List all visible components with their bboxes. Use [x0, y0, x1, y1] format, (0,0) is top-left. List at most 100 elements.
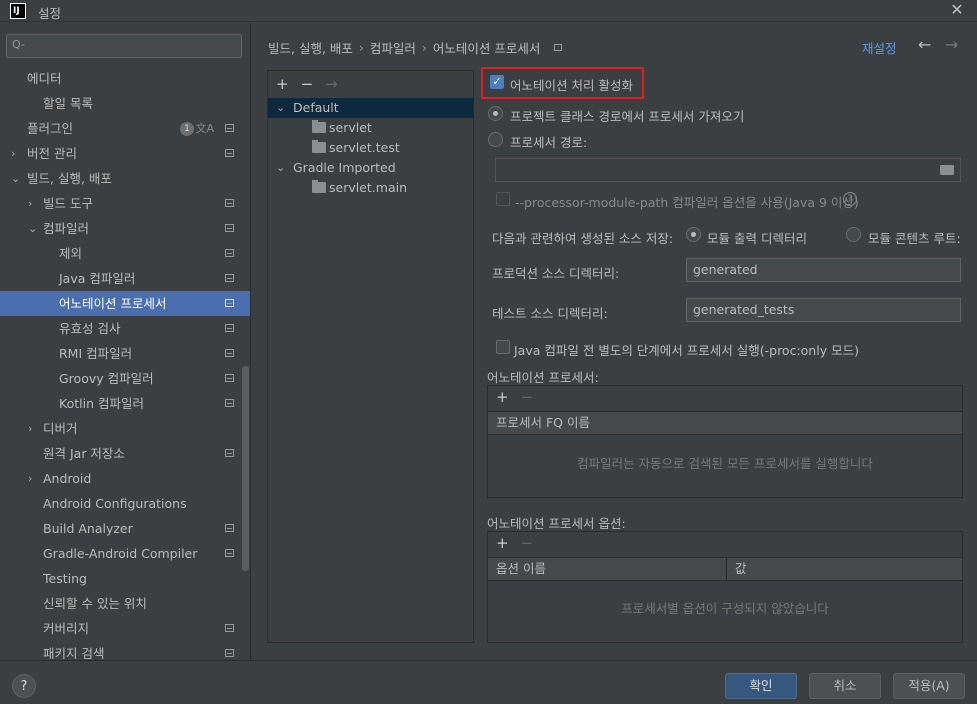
column-header: 옵션 이름	[496, 561, 546, 576]
project-settings-icon	[225, 649, 234, 657]
chevron-right-icon: ›	[28, 197, 33, 210]
module-content-root-label: 모듈 콘텐츠 루트:	[868, 231, 961, 246]
search-input[interactable]: Q-	[6, 34, 242, 58]
move-arrow-icon[interactable]: →	[325, 75, 338, 93]
remove-icon[interactable]: −	[521, 388, 534, 406]
sidebar-item-annotation-processors[interactable]: 어노테이션 프로세서	[0, 291, 250, 316]
profile-module[interactable]: servlet.main	[268, 178, 473, 198]
sidebar-item-excludes[interactable]: 제외	[0, 241, 250, 266]
sidebar-item-validation[interactable]: 유효성 검사	[0, 316, 250, 341]
project-settings-icon	[225, 124, 234, 132]
add-icon[interactable]: +	[496, 534, 509, 552]
sidebar-item-coverage[interactable]: 커버리지	[0, 616, 250, 641]
dialog-footer: ? 확인 취소 적용(A)	[0, 660, 977, 704]
sidebar-item-editor[interactable]: 에디터	[0, 66, 250, 91]
proc-only-checkbox[interactable]	[496, 340, 510, 354]
help-icon[interactable]: ?	[843, 192, 857, 206]
profile-module[interactable]: servlet	[268, 118, 473, 138]
chevron-down-icon: ⌄	[11, 172, 21, 185]
chevron-right-icon: ›	[28, 422, 33, 435]
project-settings-icon	[225, 374, 234, 382]
column-header: 프로세서 FQ 이름	[496, 415, 590, 430]
proc-only-label: Java 컴파일 전 별도의 단계에서 프로세서 실행(-proc:only 모…	[514, 343, 859, 358]
sidebar-scrollbar[interactable]	[242, 366, 249, 571]
reset-link[interactable]: 재설정	[862, 38, 897, 57]
sidebar-item-debugger[interactable]: › 디버거	[0, 416, 250, 441]
module-path-checkbox[interactable]	[496, 192, 510, 206]
remove-icon[interactable]: −	[301, 75, 314, 93]
sidebar-item-groovy-compiler[interactable]: Groovy 컴파일러	[0, 366, 250, 391]
sidebar-item-compiler[interactable]: ⌄ 컴파일러	[0, 216, 250, 241]
back-arrow-icon[interactable]: ←	[918, 35, 931, 54]
project-settings-icon	[225, 399, 234, 407]
ok-button[interactable]: 확인	[725, 673, 797, 699]
profile-gradle-imported[interactable]: ⌄ Gradle Imported	[268, 158, 473, 178]
sidebar-item-vcs[interactable]: › 버전 관리	[0, 141, 250, 166]
chevron-down-icon: ⌄	[28, 222, 38, 235]
sidebar-item-remote-jar[interactable]: 원격 Jar 저장소	[0, 441, 250, 466]
sidebar-item-build-tools[interactable]: › 빌드 도구	[0, 191, 250, 216]
processor-path-radio[interactable]	[488, 132, 503, 147]
add-icon[interactable]: +	[276, 75, 289, 93]
breadcrumb-item: 어노테이션 프로세서	[432, 40, 541, 56]
module-folder-icon	[312, 180, 326, 193]
translate-icon: 文A	[195, 122, 214, 135]
production-dir-field[interactable]: generated	[686, 258, 961, 282]
breadcrumb-item[interactable]: 컴파일러	[370, 38, 416, 57]
processors-section-label: 어노테이션 프로세서:	[487, 370, 599, 385]
sidebar-item-package-search[interactable]: 패키지 검색	[0, 641, 250, 659]
sidebar-item-todo[interactable]: 할일 목록	[0, 91, 250, 116]
module-folder-icon	[312, 120, 326, 133]
processor-path-label: 프로세서 경로:	[510, 135, 588, 150]
apply-button[interactable]: 적용(A)	[893, 673, 965, 699]
intellij-logo-icon: IJ	[10, 3, 26, 19]
title-bar: IJ 설정 ✕	[0, 0, 977, 22]
close-icon[interactable]: ✕	[948, 0, 966, 20]
project-settings-icon	[225, 149, 234, 157]
help-button[interactable]: ?	[12, 674, 36, 698]
sidebar-item-android[interactable]: › Android	[0, 466, 250, 491]
column-header: 값	[726, 558, 747, 580]
remove-icon[interactable]: −	[521, 534, 534, 552]
browse-folder-icon[interactable]	[940, 165, 954, 175]
breadcrumb-item[interactable]: 빌드, 실행, 배포	[268, 38, 353, 57]
module-output-label: 모듈 출력 디렉터리	[707, 231, 807, 246]
processors-table-header: 프로세서 FQ 이름	[488, 411, 962, 435]
cancel-button[interactable]: 취소	[809, 673, 881, 699]
sidebar-item-build[interactable]: ⌄ 빌드, 실행, 배포	[0, 166, 250, 191]
profile-module[interactable]: servlet.test	[268, 138, 473, 158]
sidebar-item-java-compiler[interactable]: Java 컴파일러	[0, 266, 250, 291]
obtain-from-classpath-label: 프로젝트 클래스 경로에서 프로세서 가져오기	[510, 109, 745, 124]
add-icon[interactable]: +	[496, 388, 509, 406]
obtain-from-classpath-radio[interactable]	[488, 106, 503, 121]
enable-annotation-processing-checkbox[interactable]: ✓	[490, 75, 504, 89]
sidebar-item-kotlin-compiler[interactable]: Kotlin 컴파일러	[0, 391, 250, 416]
test-dir-field[interactable]: generated_tests	[686, 298, 961, 322]
enable-annotation-processing-label: 어노테이션 처리 활성화	[510, 78, 633, 93]
production-dir-label: 프로덕션 소스 디렉터리:	[492, 266, 620, 281]
project-settings-icon	[225, 624, 234, 632]
test-dir-label: 테스트 소스 디렉터리:	[492, 306, 608, 321]
forward-arrow-icon[interactable]: →	[945, 35, 958, 54]
window-title: 설정	[38, 6, 62, 21]
store-generated-label: 다음과 관련하여 생성된 소스 저장:	[492, 231, 674, 246]
sidebar-item-trusted-locations[interactable]: 신뢰할 수 있는 위치	[0, 591, 250, 616]
sidebar-item-build-analyzer[interactable]: Build Analyzer	[0, 516, 250, 541]
processor-path-field[interactable]	[495, 158, 961, 182]
sidebar-item-android-configurations[interactable]: Android Configurations	[0, 491, 250, 516]
module-content-root-radio[interactable]	[846, 227, 861, 242]
processor-profiles-panel: + − → ⌄ Default servlet servlet.test ⌄ Gradl…	[267, 70, 474, 643]
chevron-right-icon: ›	[11, 147, 16, 160]
sidebar-item-gradle-android-compiler[interactable]: Gradle-Android Compiler	[0, 541, 250, 566]
chevron-down-icon: ⌄	[276, 101, 286, 114]
module-output-radio[interactable]	[686, 227, 701, 242]
breadcrumb-separator-icon: ›	[358, 39, 364, 55]
processors-empty-text: 컴파일러는 자동으로 검색된 모든 프로세서를 실행합니다	[577, 456, 873, 471]
breadcrumb: 빌드, 실행, 배포 › 컴파일러 › 어노테이션 프로세서	[268, 38, 563, 57]
sidebar-item-testing[interactable]: Testing	[0, 566, 250, 591]
processors-table: + − 프로세서 FQ 이름 컴파일러는 자동으로 검색된 모든 프로세서를 실행…	[487, 385, 963, 498]
sidebar-item-plugins[interactable]: 플러그인 1 文A	[0, 116, 250, 141]
sidebar-item-rmi-compiler[interactable]: RMI 컴파일러	[0, 341, 250, 366]
profile-default[interactable]: ⌄ Default	[268, 98, 473, 118]
update-count-badge: 1	[180, 122, 194, 136]
